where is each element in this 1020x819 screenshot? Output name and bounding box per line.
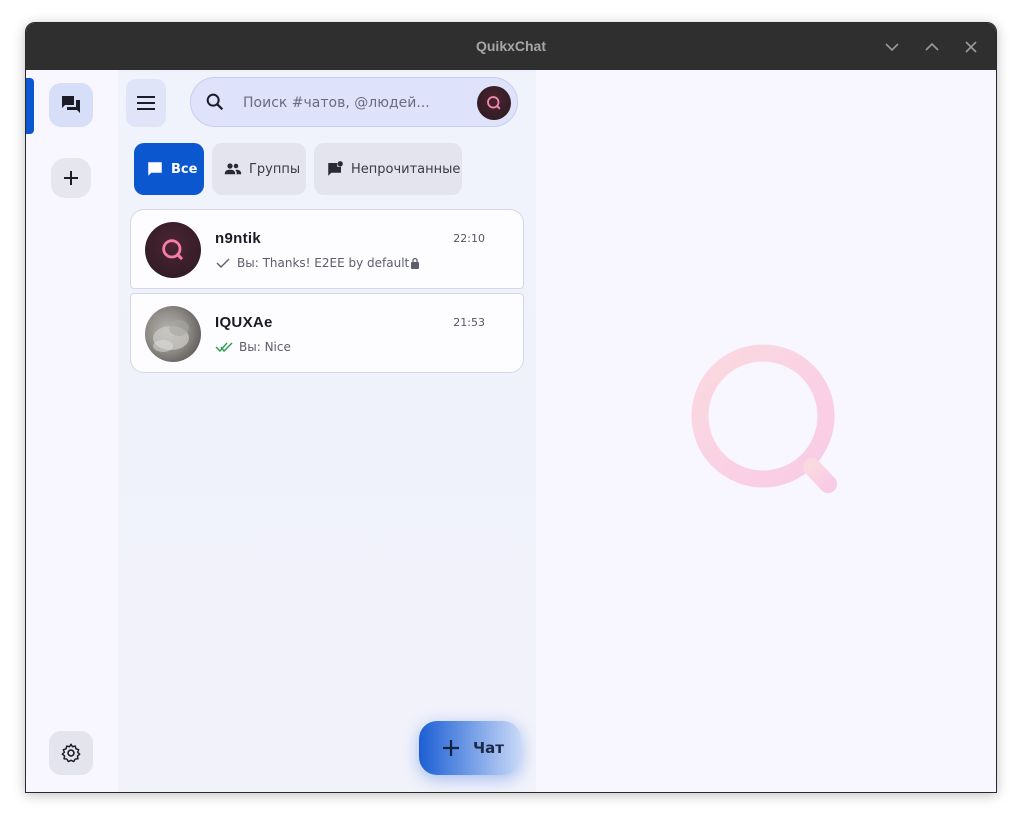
- search-icon: [206, 93, 224, 111]
- chat-icon: [148, 162, 162, 176]
- plus-icon: [64, 171, 78, 185]
- close-button[interactable]: [960, 36, 982, 58]
- new-chat-label: Чат: [473, 739, 504, 757]
- quikx-logo-icon: [162, 239, 183, 260]
- chat-list-item[interactable]: n9ntik 22:10 Вы: Thanks! E2EE by default: [130, 209, 524, 289]
- chat-time: 21:53: [453, 316, 485, 329]
- check-icon: [216, 258, 230, 268]
- chevron-down-icon: [885, 43, 899, 52]
- lock-icon: [411, 257, 420, 269]
- filter-chip-unread[interactable]: Непрочитанные: [314, 143, 462, 195]
- cat-photo-icon: [153, 320, 189, 352]
- app-window: QuikxChat Поиск #чатов, @людей... Все Гр…: [25, 22, 997, 793]
- chat-avatar: [145, 306, 201, 362]
- chevron-up-icon: [925, 42, 939, 51]
- user-avatar[interactable]: [477, 86, 511, 120]
- filter-chip-label: Все: [171, 161, 198, 177]
- settings-button[interactable]: [49, 731, 93, 775]
- chat-preview-text: Вы: Thanks! E2EE by default: [237, 256, 410, 270]
- double-check-icon: [215, 342, 233, 353]
- chat-name: IQUXAe: [215, 314, 273, 331]
- chats-nav-button[interactable]: [49, 83, 93, 127]
- close-icon: [965, 41, 977, 53]
- chat-list-panel: Все Группы Непрочитанные: [118, 70, 536, 792]
- new-chat-button[interactable]: Чат: [419, 721, 521, 775]
- unread-icon: [328, 161, 343, 176]
- chat-preview: Вы: Nice: [215, 340, 291, 354]
- window-title: QuikxChat: [475, 38, 546, 54]
- add-button[interactable]: [51, 158, 91, 198]
- filter-chip-groups[interactable]: Группы: [212, 143, 306, 195]
- chat-bubbles-icon: [62, 96, 80, 113]
- hamburger-icon: [137, 96, 155, 110]
- menu-button[interactable]: [126, 79, 166, 127]
- chat-time: 22:10: [453, 232, 485, 245]
- navigation-rail: [26, 70, 118, 792]
- chat-preview: Вы: Thanks! E2EE by default: [215, 256, 426, 270]
- minimize-button[interactable]: [881, 36, 903, 58]
- active-indicator: [26, 78, 34, 134]
- search-input[interactable]: [241, 88, 465, 118]
- quikx-logo-icon: [487, 96, 501, 110]
- filter-chip-label: Группы: [249, 161, 301, 177]
- title-bar[interactable]: QuikxChat: [26, 23, 996, 70]
- maximize-button[interactable]: [921, 36, 943, 58]
- chat-avatar: [145, 222, 201, 278]
- plus-icon: [443, 740, 459, 756]
- gear-icon: [61, 743, 81, 763]
- chat-list-item[interactable]: IQUXAe 21:53 Вы: Nice: [130, 293, 524, 373]
- quikx-logo-watermark: [691, 344, 837, 493]
- chat-name: n9ntik: [215, 230, 261, 247]
- chat-preview-text: Вы: Nice: [239, 340, 291, 354]
- filter-chip-all[interactable]: Все: [134, 143, 204, 195]
- group-icon: [224, 163, 242, 175]
- search-bar[interactable]: [190, 77, 518, 127]
- filter-chip-label: Непрочитанные: [351, 161, 461, 177]
- empty-chat-pane: [536, 70, 996, 792]
